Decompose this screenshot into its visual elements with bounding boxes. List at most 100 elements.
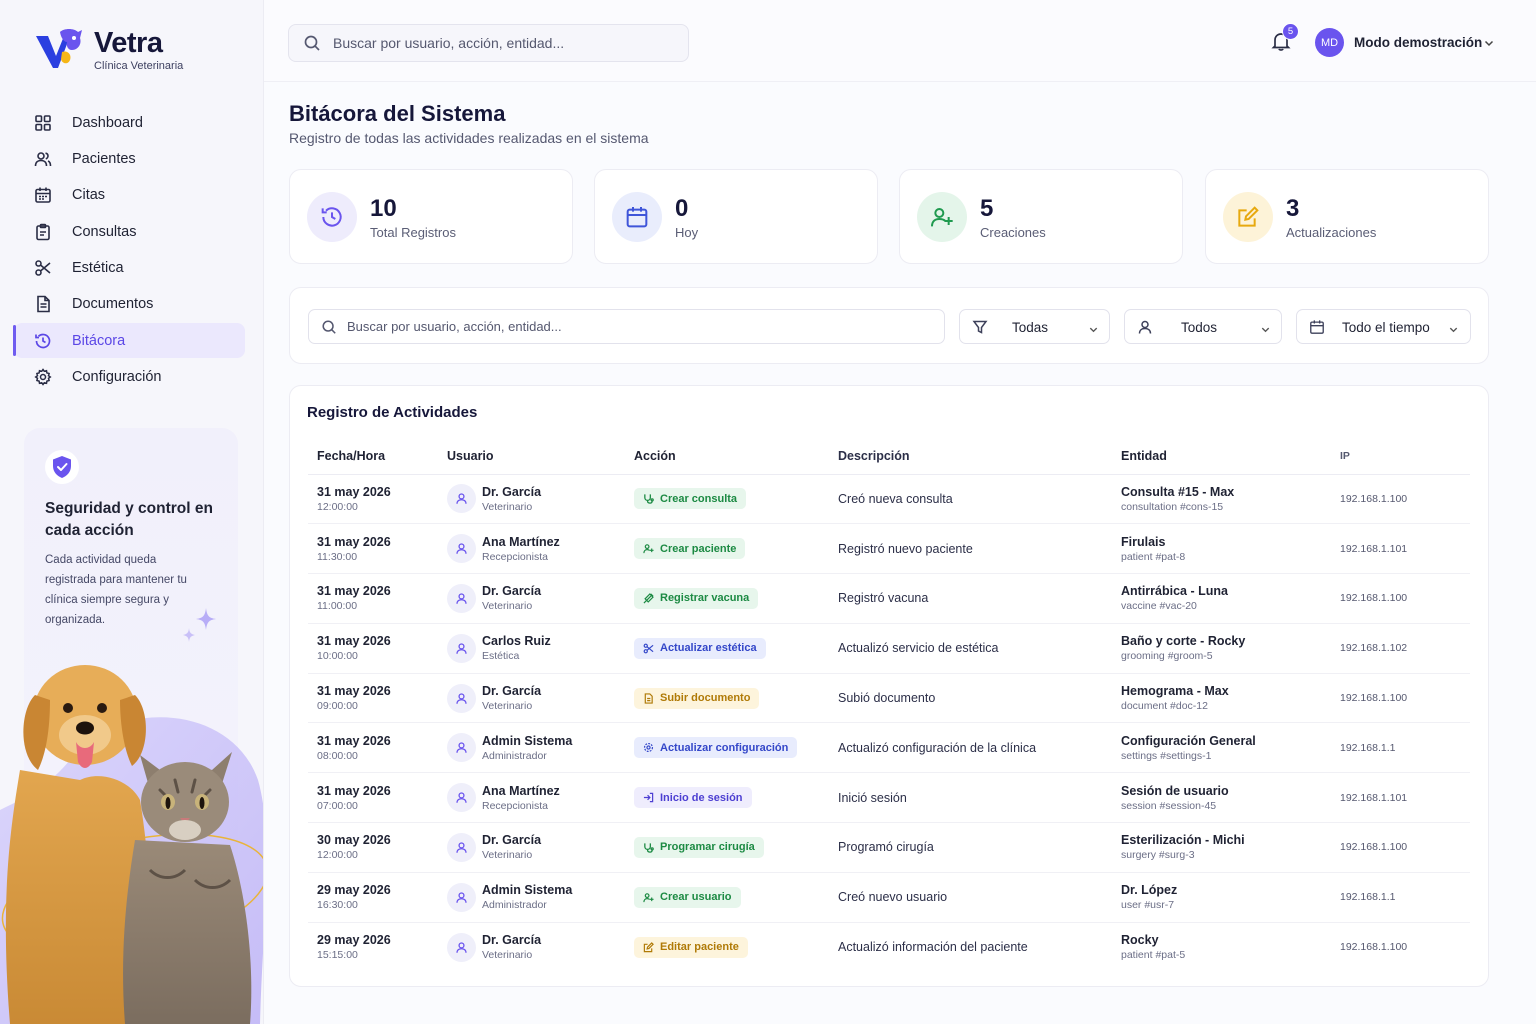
sidebar-item-documentos[interactable]: Documentos	[14, 287, 245, 322]
log-date: 31 may 2026	[317, 584, 391, 599]
entity-cell: Firulais patient #pat-8	[1121, 523, 1340, 575]
log-user-name[interactable]: Carlos Ruiz	[482, 634, 551, 648]
log-date: 31 may 2026	[317, 634, 391, 649]
log-entity[interactable]: Sesión de usuario	[1121, 784, 1340, 798]
log-entity[interactable]: Antirrábica - Luna	[1121, 584, 1340, 598]
action-label: Editar paciente	[660, 941, 739, 954]
user-filter-select[interactable]: Todos	[1124, 309, 1282, 344]
log-user-name[interactable]: Admin Sistema	[482, 734, 572, 748]
log-entity-ref: grooming #groom-5	[1121, 650, 1213, 663]
log-date: 30 may 2026	[317, 833, 391, 848]
table-row[interactable]: 31 may 2026 10:00:00 Carlos Ruiz Estética Ac…	[308, 623, 1470, 674]
date-cell: 29 may 2026 15:15:00	[308, 922, 447, 972]
global-search[interactable]	[288, 24, 689, 62]
column-header[interactable]: Usuario	[447, 436, 634, 475]
action-cell: Editar paciente	[634, 922, 838, 972]
action-cell: Inicio de sesión	[634, 772, 838, 824]
log-time: 12:00:00	[317, 500, 358, 513]
log-entity[interactable]: Dr. López	[1121, 883, 1340, 897]
sidebar-item-configuracion[interactable]: Configuración	[14, 360, 245, 395]
log-user-name[interactable]: Dr. García	[482, 485, 541, 499]
action-filter-select[interactable]: Todas	[959, 309, 1110, 344]
sidebar-item-bitacora[interactable]: Bitácora	[13, 323, 245, 359]
action-badge: Crear usuario	[634, 886, 741, 908]
gear-icon	[643, 742, 654, 753]
chevron-down-icon	[1088, 322, 1099, 333]
log-ip: 192.168.1.101	[1340, 772, 1470, 824]
log-description: Registró vacuna	[838, 573, 1121, 624]
stat-value: 0	[675, 195, 689, 222]
log-date: 31 may 2026	[317, 733, 391, 748]
avatar[interactable]: MD	[1315, 28, 1344, 57]
log-user-name[interactable]: Dr. García	[482, 833, 541, 847]
table-row[interactable]: 31 may 2026 11:30:00 Ana Martínez Recepcion…	[308, 523, 1470, 575]
entity-cell: Configuración General settings #settings-…	[1121, 722, 1340, 774]
brand-name: Vetra	[94, 27, 163, 59]
sidebar-item-pacientes[interactable]: Pacientes	[14, 141, 245, 176]
log-entity[interactable]: Configuración General	[1121, 734, 1340, 748]
user-avatar-icon	[447, 484, 476, 514]
table-row[interactable]: 31 may 2026 07:00:00 Ana Martínez Recepcion…	[308, 772, 1470, 824]
action-cell: Subir documento	[634, 673, 838, 724]
top-bar: 5 MD Modo demostración	[264, 0, 1536, 82]
table-row[interactable]: 31 may 2026 09:00:00 Dr. García Veterinario…	[308, 673, 1470, 724]
date-cell: 31 may 2026 11:00:00	[308, 573, 447, 624]
stat-value: 10	[370, 195, 397, 222]
log-entity[interactable]: Hemograma - Max	[1121, 684, 1340, 698]
log-date: 31 may 2026	[317, 684, 391, 699]
activity-log-card: Registro de Actividades Fecha/Hora Usuar…	[289, 385, 1489, 987]
log-user-name[interactable]: Dr. García	[482, 584, 541, 598]
table-row[interactable]: 31 may 2026 11:00:00 Dr. García Veterinario…	[308, 573, 1470, 624]
stethoscope-icon	[643, 493, 654, 505]
user-menu-name[interactable]: Modo demostración	[1354, 35, 1482, 50]
log-date: 31 may 2026	[317, 534, 391, 549]
filter-icon	[972, 319, 988, 335]
log-user-name[interactable]: Ana Martínez	[482, 535, 560, 549]
log-user-role: Veterinario	[482, 949, 533, 962]
log-user-name[interactable]: Ana Martínez	[482, 784, 560, 798]
log-search[interactable]	[308, 309, 945, 344]
sidebar-item-label: Pacientes	[72, 150, 136, 167]
document-icon	[34, 295, 52, 313]
log-entity[interactable]: Esterilización - Michi	[1121, 833, 1340, 847]
sidebar-item-citas[interactable]: Citas	[14, 178, 245, 213]
user-icon	[1137, 319, 1153, 335]
log-ip: 192.168.1.100	[1340, 822, 1470, 873]
global-search-input[interactable]	[333, 35, 663, 51]
sidebar-item-label: Bitácora	[72, 332, 126, 349]
log-description: Registró nuevo paciente	[838, 523, 1121, 575]
log-entity[interactable]: Rocky	[1121, 933, 1340, 947]
table-row[interactable]: 30 may 2026 12:00:00 Dr. García Veterinario…	[308, 822, 1470, 873]
log-search-input[interactable]	[347, 319, 907, 334]
time-filter-select[interactable]: Todo el tiempo	[1296, 309, 1471, 344]
log-time: 10:00:00	[317, 650, 358, 663]
stat-label: Hoy	[675, 225, 699, 240]
column-header[interactable]: Fecha/Hora	[308, 436, 447, 475]
table-row[interactable]: 31 may 2026 12:00:00 Dr. García Veterinario…	[308, 474, 1470, 525]
log-user-name[interactable]: Dr. García	[482, 933, 541, 947]
column-header[interactable]: Acción	[634, 436, 838, 475]
action-cell: Registrar vacuna	[634, 573, 838, 624]
column-header[interactable]: Descripción	[838, 436, 1121, 475]
log-time: 09:00:00	[317, 700, 358, 713]
table-row[interactable]: 31 may 2026 08:00:00 Admin Sistema Administ…	[308, 722, 1470, 774]
brand-logo[interactable]: Vetra Clínica Veterinaria	[34, 26, 183, 74]
log-entity[interactable]: Firulais	[1121, 535, 1340, 549]
log-entity[interactable]: Consulta #15 - Max	[1121, 485, 1340, 499]
sidebar-item-label: Configuración	[72, 369, 162, 386]
user-avatar-icon	[447, 832, 476, 862]
table-title: Registro de Actividades	[307, 404, 478, 421]
table-row[interactable]: 29 may 2026 15:15:00 Dr. García Veterinario…	[308, 922, 1470, 972]
column-header[interactable]: IP	[1340, 436, 1470, 475]
chevron-down-icon[interactable]	[1483, 36, 1495, 48]
sidebar-item-consultas[interactable]: Consultas	[14, 214, 245, 249]
log-ip: 192.168.1.101	[1340, 523, 1470, 575]
column-header[interactable]: Entidad	[1121, 436, 1340, 475]
sidebar-item-estetica[interactable]: Estética	[14, 251, 245, 286]
log-entity[interactable]: Baño y corte - Rocky	[1121, 634, 1340, 648]
log-user-name[interactable]: Admin Sistema	[482, 883, 572, 897]
table-row[interactable]: 29 may 2026 16:30:00 Admin Sistema Administ…	[308, 872, 1470, 923]
action-badge: Editar paciente	[634, 936, 748, 958]
log-user-name[interactable]: Dr. García	[482, 684, 541, 698]
sidebar-item-dashboard[interactable]: Dashboard	[14, 105, 245, 140]
